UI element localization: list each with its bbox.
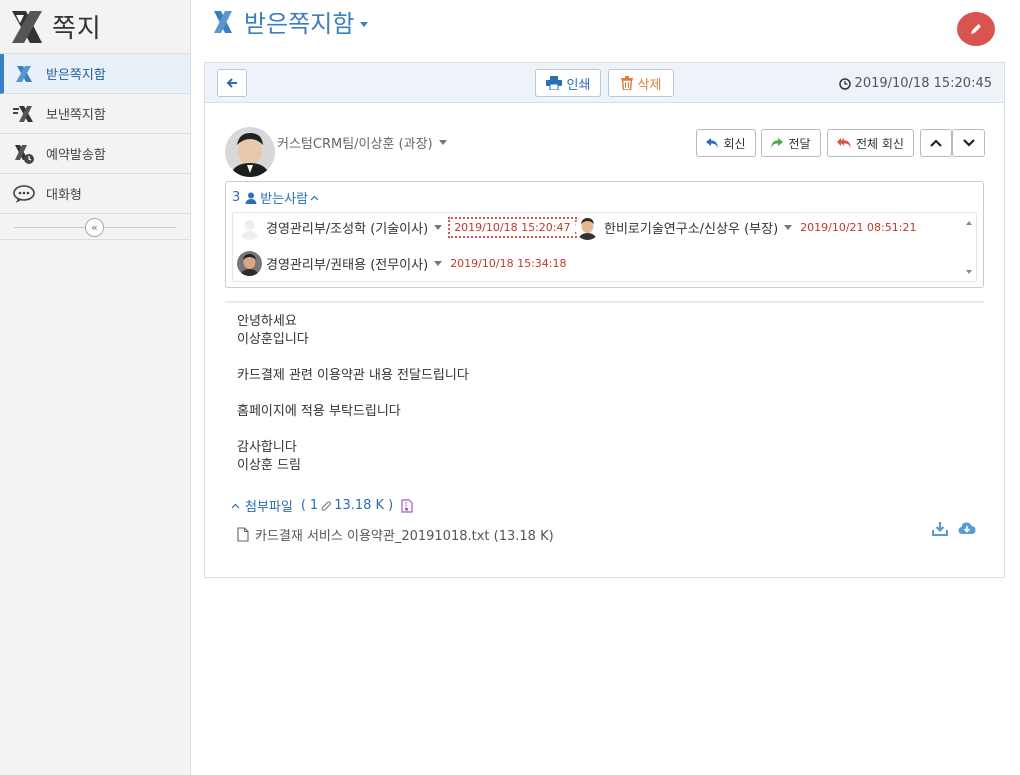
file-icon — [237, 527, 249, 542]
delete-button[interactable]: 삭제 — [608, 69, 674, 97]
sidebar-collapse-row: « — [0, 214, 190, 240]
archive-file-icon[interactable] — [401, 498, 413, 513]
print-button[interactable]: 인쇄 — [535, 69, 601, 97]
attachments-label: 첨부파일 — [245, 500, 293, 515]
sidebar-item-scheduled[interactable]: 예약발송함 — [0, 134, 190, 174]
sidebar-item-label: 예약발송함 — [46, 148, 106, 163]
reply-button[interactable]: 회신 — [696, 129, 756, 157]
recipient-name: 경영관리부/권태용 (전무이사) — [266, 258, 429, 273]
read-date: 2019/10/18 15:20:47 — [448, 217, 577, 238]
sent-note-icon — [12, 102, 36, 126]
recipients-count: 3 — [232, 190, 241, 205]
forward-label: 전달 — [788, 136, 811, 151]
next-message-button[interactable] — [952, 129, 985, 157]
trash-icon — [620, 76, 633, 90]
attachments-count: 1 — [309, 498, 319, 513]
forward-icon — [771, 138, 784, 148]
sidebar: 쪽지 받은쪽지함 보낸쪽지함 예약발송함 대화형 « — [0, 0, 191, 775]
inbox-note-icon — [214, 10, 232, 33]
paren-open: ( — [300, 498, 306, 513]
attachment-name: 카드결재 서비스 이용약관_20191018.txt (13.18 K) — [255, 529, 554, 544]
paperclip-icon — [321, 500, 332, 511]
forward-button[interactable]: 전달 — [761, 129, 821, 157]
reply-all-button[interactable]: 전체 회신 — [827, 129, 914, 157]
sender-label: 커스텀CRM팀/이상훈 (과장) — [277, 137, 433, 152]
chevron-down-icon — [434, 261, 443, 266]
chevron-up-icon — [231, 503, 240, 508]
recipient-item[interactable]: 경영관리부/권태용 (전무이사) 2019/10/18 15:34:18 — [237, 251, 567, 276]
arrow-left-icon — [226, 78, 237, 88]
print-icon — [545, 76, 562, 90]
attachment-item[interactable]: 카드결재 서비스 이용약관_20191018.txt (13.18 K) — [237, 525, 554, 544]
previous-message-button[interactable] — [920, 129, 952, 157]
message-body: 안녕하세요 이상훈입니다 카드결제 관련 이용약관 내용 전달드립니다 홈페이지… — [237, 314, 469, 473]
user-icon — [245, 192, 257, 204]
attachment-actions — [932, 521, 976, 537]
recipient-name: 한비로기술연구소/신상우 (부장) — [604, 222, 779, 237]
chevron-down-icon — [360, 22, 369, 27]
avatar — [237, 215, 262, 240]
recipients-label: 받는사람 — [260, 192, 309, 207]
delete-label: 삭제 — [637, 77, 662, 93]
page-header[interactable]: 받은쪽지함 — [212, 4, 369, 39]
app-brand: 쪽지 — [0, 0, 190, 54]
chat-icon — [12, 182, 36, 206]
cloud-download-icon[interactable] — [958, 521, 976, 536]
compose-button[interactable] — [957, 12, 995, 46]
sidebar-item-chat[interactable]: 대화형 — [0, 174, 190, 214]
read-date: 2019/10/18 15:34:18 — [450, 257, 567, 270]
pencil-icon — [971, 24, 981, 34]
collapse-sidebar-button[interactable]: « — [85, 218, 104, 237]
sidebar-item-sent[interactable]: 보낸쪽지함 — [0, 94, 190, 134]
timestamp-text: 2019/10/18 15:20:45 — [854, 76, 992, 91]
reply-icon — [706, 138, 719, 148]
reply-all-icon — [837, 138, 851, 148]
download-icon[interactable] — [932, 521, 948, 537]
avatar[interactable] — [225, 127, 275, 177]
sender-name[interactable]: 커스텀CRM팀/이상훈 (과장) — [277, 133, 447, 152]
app-logo-icon — [12, 10, 42, 43]
avatar — [575, 215, 600, 240]
attachments-toggle[interactable]: 첨부파일 ( 1 13.18 K ) — [231, 496, 413, 515]
avatar — [237, 251, 262, 276]
message-panel: 인쇄 삭제 2019/10/18 15:20:45 커스텀CRM팀/이상훈 (과… — [204, 62, 1005, 578]
main-content: 받은쪽지함 인쇄 삭제 2019/10/18 15:20:45 커스텀CRM팀/… — [192, 0, 1020, 775]
chevron-down-icon — [434, 225, 443, 230]
sidebar-item-label: 대화형 — [46, 188, 82, 203]
recipient-item[interactable]: 한비로기술연구소/신상우 (부장) 2019/10/21 08:51:21 — [575, 215, 916, 240]
app-title: 쪽지 — [52, 14, 102, 44]
sidebar-item-inbox[interactable]: 받은쪽지함 — [0, 54, 190, 94]
chevron-up-icon — [310, 195, 319, 200]
chevron-down-icon — [438, 140, 447, 145]
inbox-note-icon — [12, 62, 36, 86]
received-timestamp: 2019/10/18 15:20:45 — [838, 76, 992, 91]
recipients-scrollbar[interactable] — [962, 213, 976, 281]
sidebar-item-label: 보낸쪽지함 — [46, 108, 106, 123]
chevron-down-icon — [962, 139, 975, 147]
recipient-item[interactable]: 경영관리부/조성학 (기술이사) 2019/10/18 15:20:47 — [237, 215, 577, 240]
sidebar-item-label: 받은쪽지함 — [46, 68, 106, 83]
recipients-list: 경영관리부/조성학 (기술이사) 2019/10/18 15:20:47 한비로… — [232, 212, 977, 282]
recipients-toggle[interactable]: 3 받는사람 — [232, 188, 319, 207]
attachments-size: 13.18 K — [334, 498, 385, 513]
paren-close: ) — [388, 498, 394, 513]
reply-all-label: 전체 회신 — [856, 136, 904, 151]
read-date: 2019/10/21 08:51:21 — [800, 221, 917, 234]
scheduled-note-icon — [12, 142, 36, 166]
reply-label: 회신 — [723, 136, 746, 151]
clock-icon — [838, 77, 851, 90]
chevron-up-icon — [930, 139, 942, 147]
chevron-down-icon — [784, 225, 793, 230]
message-toolbar: 인쇄 삭제 2019/10/18 15:20:45 — [205, 63, 1004, 103]
print-label: 인쇄 — [566, 77, 591, 93]
back-button[interactable] — [217, 69, 247, 97]
sender-row: 커스텀CRM팀/이상훈 (과장) — [225, 127, 447, 177]
recipients-box: 3 받는사람 경영관리부/조성학 (기술이사) 2019/10/18 15:20… — [225, 181, 984, 288]
page-title: 받은쪽지함 — [244, 10, 355, 38]
recipient-name: 경영관리부/조성학 (기술이사) — [266, 222, 429, 237]
divider — [225, 301, 984, 303]
